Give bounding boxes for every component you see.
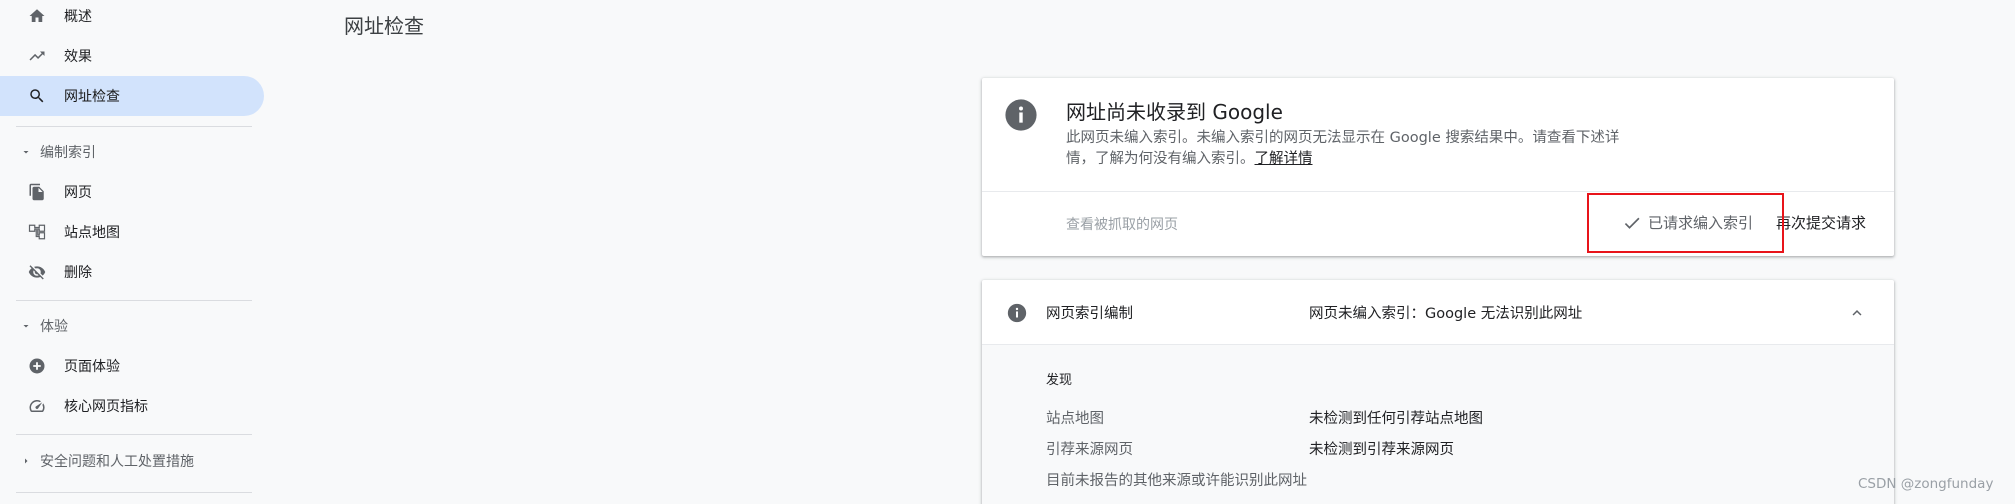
search-icon — [26, 85, 48, 107]
trending-up-icon — [26, 45, 48, 67]
referring-page-label: 引荐来源网页 — [1046, 442, 1133, 458]
watermark: CSDN @zongfunday — [1858, 476, 1994, 492]
page-indexing-value: 网页未编入索引：Google 无法识别此网址 — [1309, 306, 1583, 322]
section-label: 安全问题和人工处置措施 — [40, 454, 194, 470]
page-indexing-label: 网页索引编制 — [1046, 306, 1133, 322]
sidebar-item-label: 网页 — [64, 185, 92, 201]
info-icon — [1005, 99, 1037, 131]
sidebar-item-label: 效果 — [64, 49, 92, 65]
sidebar-item-label: 概述 — [64, 9, 92, 25]
view-crawled-page-button[interactable]: 查看被抓取的网页 — [1066, 214, 1178, 234]
learn-more-link[interactable]: 了解详情 — [1255, 151, 1313, 167]
referring-page-value: 未检测到引荐来源网页 — [1309, 442, 1454, 458]
sidebar-item-pages[interactable]: 网页 — [0, 172, 264, 212]
page-indexing-card: 网页索引编制 网页未编入索引：Google 无法识别此网址 发现 站点地图 未检… — [982, 280, 1894, 504]
sidebar-item-label: 网址检查 — [64, 89, 120, 105]
add-circle-icon — [26, 355, 48, 377]
sidebar-divider — [16, 492, 252, 493]
sidebar-item-label: 核心网页指标 — [64, 399, 148, 415]
sitemaps-label: 站点地图 — [1046, 411, 1104, 427]
eye-off-icon — [26, 261, 48, 283]
sidebar-divider — [16, 126, 252, 127]
chevron-up-icon[interactable] — [1848, 304, 1866, 322]
status-title: 网址尚未收录到 Google — [1066, 100, 1283, 124]
sidebar-item-core-web-vitals[interactable]: 核心网页指标 — [0, 386, 264, 426]
sidebar-item-performance[interactable]: 效果 — [0, 36, 264, 76]
home-icon — [26, 5, 48, 27]
sidebar-item-overview[interactable]: 概述 — [0, 0, 264, 36]
sidebar-section-security[interactable]: 安全问题和人工处置措施 — [0, 443, 264, 479]
pages-icon — [26, 181, 48, 203]
sidebar-divider — [16, 434, 252, 435]
caret-down-icon — [23, 151, 29, 154]
section-label: 编制索引 — [40, 145, 96, 161]
sidebar-section-indexing[interactable]: 编制索引 — [0, 134, 264, 170]
sidebar-item-page-experience[interactable]: 页面体验 — [0, 346, 264, 386]
card-divider — [982, 191, 1894, 192]
speed-icon — [26, 395, 48, 417]
page-indexing-header[interactable]: 网页索引编制 网页未编入索引：Google 无法识别此网址 — [982, 280, 1894, 344]
section-label: 体验 — [40, 319, 68, 335]
sitemap-icon — [26, 221, 48, 243]
discovery-title: 发现 — [1046, 373, 1073, 388]
sidebar-item-label: 页面体验 — [64, 359, 120, 375]
sidebar-divider — [16, 300, 252, 301]
sidebar: 概述 效果 网址检查 编制索引 网页 站点地图 删除 体验 页面体验 核心网页指… — [0, 0, 265, 504]
page-title: 网址检查 — [344, 14, 424, 38]
other-sources-note: 目前未报告的其他来源或许能识别此网址 — [1046, 473, 1307, 489]
status-description-text: 此网页未编入索引。未编入索引的网页无法显示在 Google 搜索结果中。请查看下… — [1066, 130, 1620, 167]
resubmit-request-button[interactable]: 再次提交请求 — [1776, 212, 1866, 233]
caret-down-icon — [23, 325, 29, 328]
caret-right-icon — [25, 458, 28, 464]
highlight-box — [1587, 193, 1784, 253]
sidebar-item-removals[interactable]: 删除 — [0, 252, 264, 292]
info-icon — [1007, 303, 1027, 323]
sidebar-item-sitemaps[interactable]: 站点地图 — [0, 212, 264, 252]
sidebar-item-url-inspection[interactable]: 网址检查 — [0, 76, 264, 116]
status-description: 此网页未编入索引。未编入索引的网页无法显示在 Google 搜索结果中。请查看下… — [1066, 128, 1646, 170]
page-indexing-details: 发现 站点地图 未检测到任何引荐站点地图 引荐来源网页 未检测到引荐来源网页 目… — [982, 344, 1894, 504]
sidebar-item-label: 删除 — [64, 265, 92, 281]
sidebar-section-experience[interactable]: 体验 — [0, 308, 264, 344]
sitemaps-value: 未检测到任何引荐站点地图 — [1309, 411, 1483, 427]
sidebar-item-label: 站点地图 — [64, 225, 120, 241]
